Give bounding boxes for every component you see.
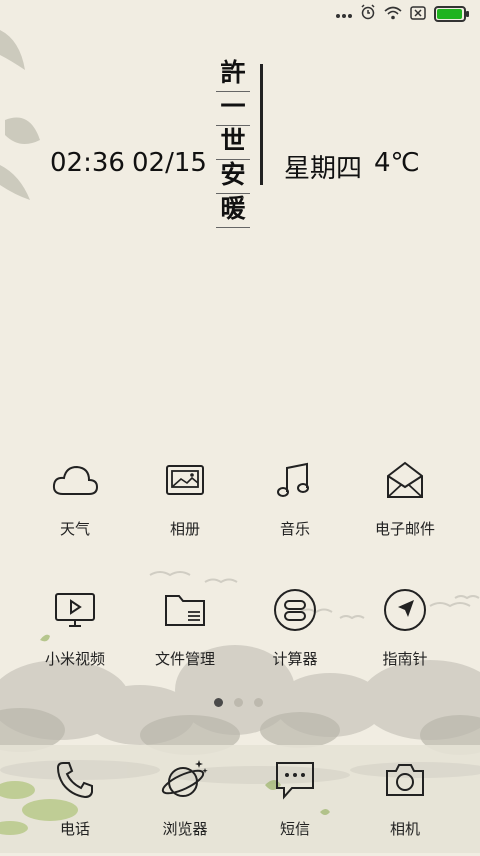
app-label: 相册: [169, 520, 200, 538]
app-email[interactable]: 电子邮件: [350, 456, 460, 556]
status-bar: [0, 0, 480, 28]
clock-weekday: 星期四: [284, 154, 363, 184]
dock-browser[interactable]: 浏览器: [130, 756, 240, 856]
app-label: 浏览器: [162, 820, 208, 838]
alarm-icon: [360, 4, 376, 24]
calligraphy-char: 暖: [216, 194, 250, 228]
app-label: 相机: [389, 820, 420, 838]
browser-planet-icon: [161, 756, 209, 804]
app-gallery[interactable]: 相册: [130, 456, 240, 556]
wifi-icon: [384, 5, 402, 24]
weather-temperature: 4℃: [374, 148, 420, 178]
app-label: 指南针: [382, 650, 428, 668]
envelope-icon: [381, 456, 429, 504]
battery-icon: [434, 6, 469, 22]
compass-icon: [381, 586, 429, 634]
dock-phone[interactable]: 电话: [20, 756, 130, 856]
camera-icon: [381, 756, 429, 804]
app-label: 天气: [59, 520, 90, 538]
page-dot[interactable]: [214, 698, 223, 707]
calligraphy-char: 世: [216, 126, 250, 160]
app-label: 小米视频: [44, 650, 105, 668]
dock-camera[interactable]: 相机: [350, 756, 460, 856]
video-player-icon: [51, 586, 99, 634]
app-label: 文件管理: [154, 650, 215, 668]
battery-level-fill: [437, 9, 462, 19]
message-bubble-icon: [271, 756, 319, 804]
calligraphy-char: 許: [216, 58, 250, 92]
app-mi-video[interactable]: 小米视频: [20, 586, 130, 686]
page-indicator: [214, 698, 263, 707]
app-label: 电子邮件: [374, 520, 435, 538]
no-sim-icon: [410, 5, 426, 24]
divider-line: [260, 64, 263, 185]
folder-icon: [161, 586, 209, 634]
phone-icon: [51, 756, 99, 804]
photo-album-icon: [161, 456, 209, 504]
app-file-manager[interactable]: 文件管理: [130, 586, 240, 686]
calculator-icon: [271, 586, 319, 634]
page-dot[interactable]: [254, 698, 263, 707]
calligraphy-char: 一: [216, 92, 250, 126]
cloud-icon: [51, 456, 99, 504]
more-dots-icon: [336, 5, 352, 24]
app-label: 计算器: [272, 650, 318, 668]
dock-messages[interactable]: 短信: [240, 756, 350, 856]
app-calculator[interactable]: 计算器: [240, 586, 350, 686]
calligraphy-char: 安: [216, 160, 250, 194]
page-dot[interactable]: [234, 698, 243, 707]
app-music[interactable]: 音乐: [240, 456, 350, 556]
app-weather[interactable]: 天气: [20, 456, 130, 556]
app-label: 短信: [279, 820, 310, 838]
app-label: 电话: [59, 820, 90, 838]
app-label: 音乐: [279, 520, 310, 538]
calligraphy-title: 許 一 世 安 暖: [216, 58, 250, 228]
music-note-icon: [271, 456, 319, 504]
clock-time: 02:36: [50, 148, 125, 178]
clock-date: 02/15: [132, 148, 207, 178]
app-compass[interactable]: 指南针: [350, 586, 460, 686]
